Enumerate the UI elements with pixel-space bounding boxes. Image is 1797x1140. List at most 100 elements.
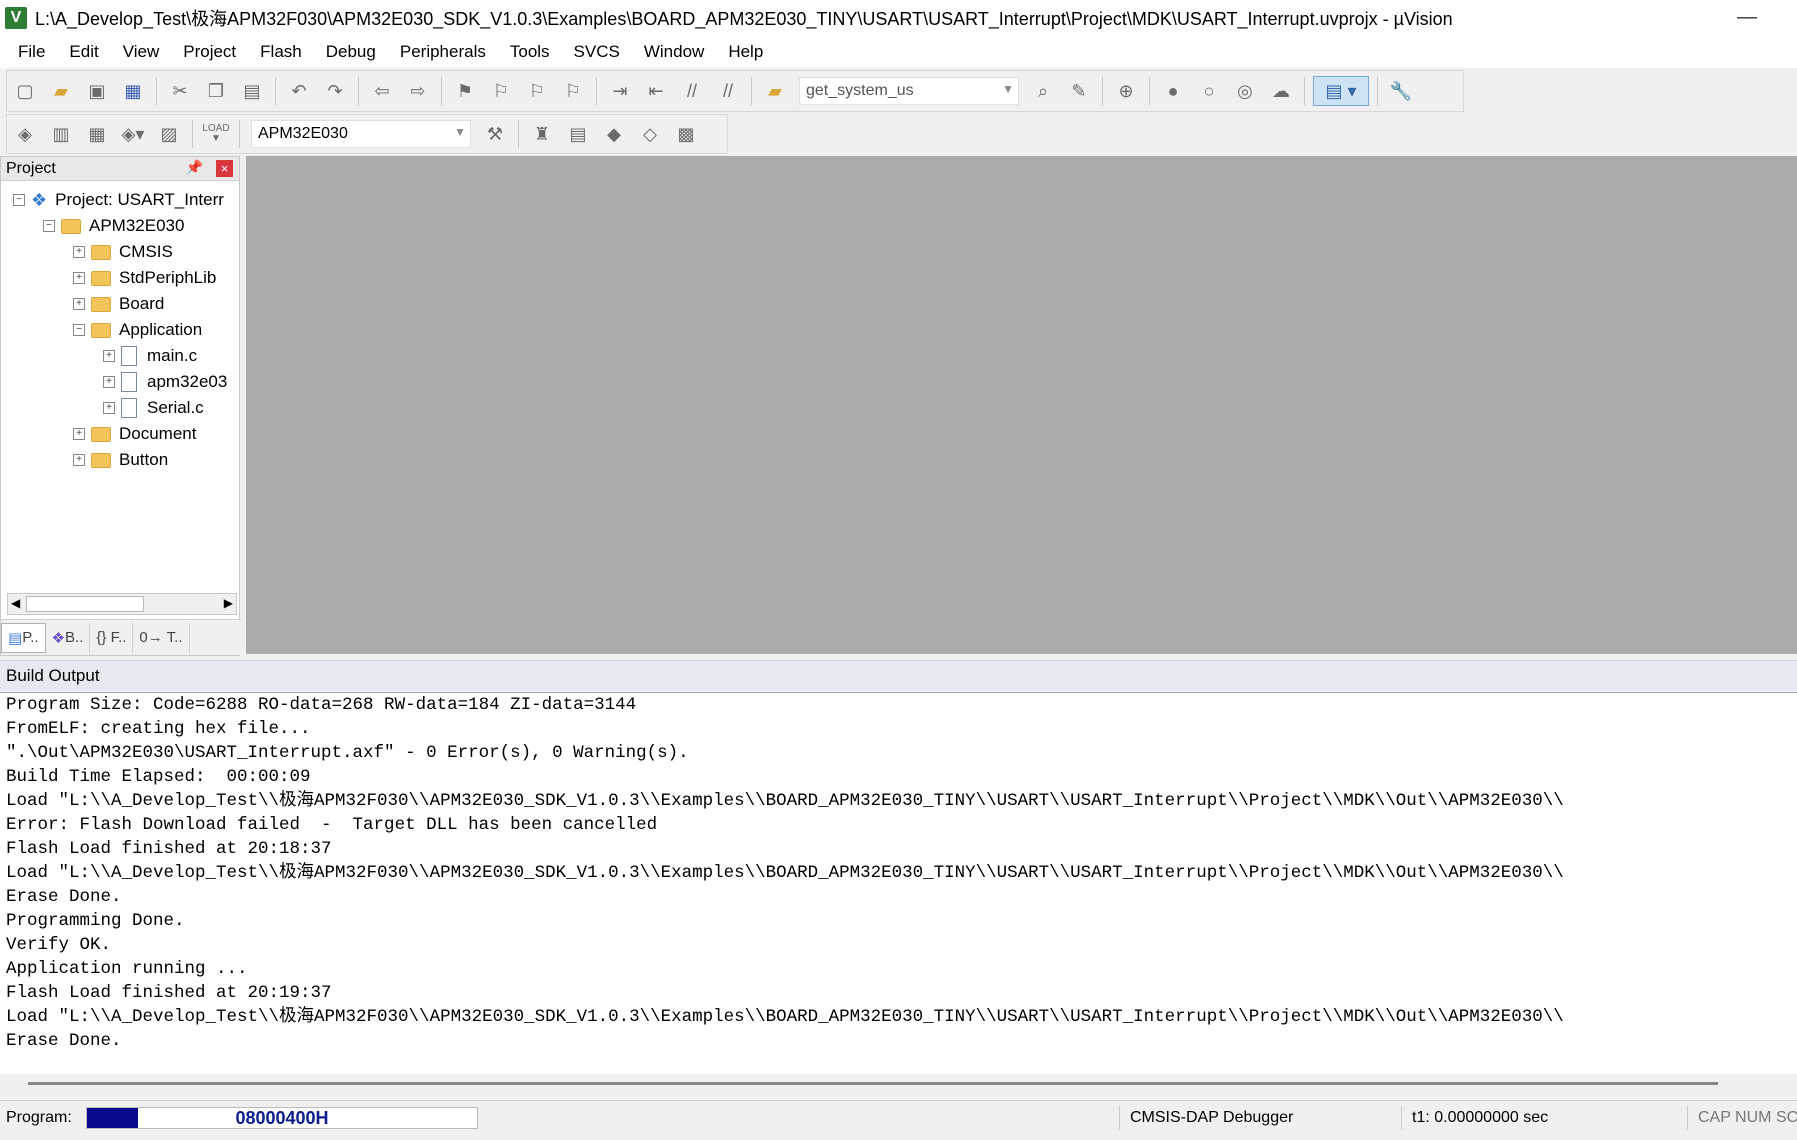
folder-icon	[91, 452, 111, 468]
scroll-right-icon[interactable]: ▶	[224, 596, 233, 610]
tree-node-file[interactable]: + Serial.c	[103, 395, 204, 421]
expand-icon[interactable]: +	[73, 298, 85, 310]
manage-run-time-env-icon[interactable]: ◆	[599, 119, 629, 149]
indent-icon[interactable]: ⇥	[605, 76, 635, 106]
kill-breakpoints-icon[interactable]: ☁	[1266, 76, 1296, 106]
toolbar-separator	[518, 120, 519, 148]
menu-file[interactable]: File	[6, 42, 57, 62]
menu-help[interactable]: Help	[716, 42, 775, 62]
chevron-down-icon[interactable]: ▼	[1002, 82, 1014, 96]
enable-breakpoint-icon[interactable]: ○	[1194, 76, 1224, 106]
chevron-down-icon[interactable]: ▼	[454, 125, 466, 139]
expand-icon[interactable]: +	[103, 376, 115, 388]
find-in-files-icon[interactable]: ▰	[760, 76, 790, 106]
minimize-button[interactable]: —	[1737, 6, 1757, 29]
next-bookmark-icon[interactable]: ⚐	[522, 76, 552, 106]
tab-books[interactable]: ❖ B..	[46, 622, 91, 653]
rebuild-icon[interactable]: ▦	[82, 119, 112, 149]
manage-multi-project-icon[interactable]: ▤	[563, 119, 593, 149]
disable-breakpoints-icon[interactable]: ◎	[1230, 76, 1260, 106]
incremental-find-icon[interactable]: ⌕	[1028, 76, 1058, 106]
expand-icon[interactable]: +	[73, 454, 85, 466]
project-icon: ❖	[31, 189, 48, 210]
menu-edit[interactable]: Edit	[57, 42, 110, 62]
target-options-icon[interactable]: ⚒	[480, 119, 510, 149]
bookmark-icon[interactable]: ⚑	[450, 76, 480, 106]
unindent-icon[interactable]: ⇤	[641, 76, 671, 106]
tab-functions[interactable]: {} F..	[90, 622, 134, 653]
replace-icon[interactable]: ✎	[1064, 76, 1094, 106]
pin-icon[interactable]: 📌	[186, 159, 203, 176]
translate-icon[interactable]: ◈	[10, 119, 40, 149]
redo-icon[interactable]: ↷	[320, 76, 350, 106]
select-software-packs-icon[interactable]: ◇	[635, 119, 665, 149]
menu-view[interactable]: View	[111, 42, 172, 62]
tab-label: {} F..	[96, 629, 127, 646]
comment-icon[interactable]: //	[677, 76, 707, 106]
expand-icon[interactable]: +	[103, 402, 115, 414]
file-toolbar: ▢ ▰ ▣ ▦ ✂ ❐ ▤ ↶ ↷ ⇦ ⇨ ⚑ ⚐ ⚐ ⚐ ⇥ ⇤ // // …	[6, 70, 1464, 112]
uncomment-icon[interactable]: //	[713, 76, 743, 106]
prev-bookmark-icon[interactable]: ⚐	[486, 76, 516, 106]
expand-icon[interactable]: +	[103, 350, 115, 362]
tree-node-group[interactable]: + StdPeriphLib	[73, 265, 216, 291]
cut-icon[interactable]: ✂	[165, 76, 195, 106]
copy-icon[interactable]: ❐	[201, 76, 231, 106]
menu-peripherals[interactable]: Peripherals	[388, 42, 498, 62]
new-file-icon[interactable]: ▢	[10, 76, 40, 106]
paste-icon[interactable]: ▤	[237, 76, 267, 106]
collapse-icon[interactable]: −	[13, 194, 25, 206]
open-folder-icon[interactable]: ▰	[46, 76, 76, 106]
editor-area[interactable]	[246, 156, 1797, 654]
pack-installer-icon[interactable]: ▩	[671, 119, 701, 149]
tree-node-group[interactable]: + Board	[73, 291, 164, 317]
build-output-horizontal-scrollbar[interactable]	[28, 1082, 1718, 1085]
menu-tools[interactable]: Tools	[498, 42, 562, 62]
project-horizontal-scrollbar[interactable]: ◀ ▶	[7, 593, 237, 615]
tree-node-group[interactable]: + CMSIS	[73, 239, 173, 265]
target-select[interactable]: APM32E030 ▼	[251, 120, 471, 148]
tree-node-file[interactable]: + main.c	[103, 343, 197, 369]
collapse-icon[interactable]: −	[43, 220, 55, 232]
menu-svcs[interactable]: SVCS	[562, 42, 632, 62]
undo-icon[interactable]: ↶	[284, 76, 314, 106]
save-all-icon[interactable]: ▦	[118, 76, 148, 106]
books-tab-icon: ❖	[51, 629, 66, 647]
expand-icon[interactable]: +	[73, 428, 85, 440]
expand-icon[interactable]: +	[73, 246, 85, 258]
collapse-icon[interactable]: −	[73, 324, 85, 336]
tree-node-group[interactable]: + Button	[73, 447, 168, 473]
tree-node-file[interactable]: + apm32e03	[103, 369, 227, 395]
clear-bookmarks-icon[interactable]: ⚐	[558, 76, 588, 106]
configure-wrench-icon[interactable]: 🔧	[1386, 76, 1416, 106]
insert-breakpoint-icon[interactable]: ●	[1158, 76, 1188, 106]
menu-project[interactable]: Project	[171, 42, 248, 62]
menu-flash[interactable]: Flash	[248, 42, 314, 62]
scrollbar-thumb[interactable]	[26, 596, 144, 612]
tree-node-group[interactable]: − Application	[73, 317, 202, 343]
scroll-left-icon[interactable]: ◀	[11, 596, 20, 610]
window-layout-icon[interactable]: ▤ ▾	[1313, 76, 1369, 106]
find-combo[interactable]: get_system_us ▼	[799, 77, 1019, 105]
expand-icon[interactable]: +	[73, 272, 85, 284]
navigate-back-icon[interactable]: ⇦	[367, 76, 397, 106]
batch-build-icon[interactable]: ◈▾	[118, 119, 148, 149]
load-download-icon[interactable]: LOAD ▼	[201, 119, 231, 149]
menu-window[interactable]: Window	[632, 42, 716, 62]
close-icon[interactable]: ×	[216, 160, 233, 177]
tree-node-label: Application	[119, 320, 203, 339]
tab-project[interactable]: ▤ P..	[1, 622, 46, 653]
tree-node-project[interactable]: − ❖ Project: USART_Interr	[13, 187, 224, 213]
build-output-window[interactable]: Program Size: Code=6288 RO-data=268 RW-d…	[0, 692, 1797, 1074]
build-icon[interactable]: ▥	[46, 119, 76, 149]
debug-session-icon[interactable]: ⊕	[1111, 76, 1141, 106]
menu-debug[interactable]: Debug	[314, 42, 388, 62]
stop-build-icon[interactable]: ▨	[154, 119, 184, 149]
navigate-forward-icon[interactable]: ⇨	[403, 76, 433, 106]
toolbar-separator	[1304, 77, 1305, 105]
tab-templates[interactable]: 0→ T..	[133, 622, 190, 653]
save-icon[interactable]: ▣	[82, 76, 112, 106]
tree-node-group[interactable]: + Document	[73, 421, 196, 447]
tree-node-target[interactable]: − APM32E030	[43, 213, 184, 239]
manage-project-items-icon[interactable]: ♜	[527, 119, 557, 149]
